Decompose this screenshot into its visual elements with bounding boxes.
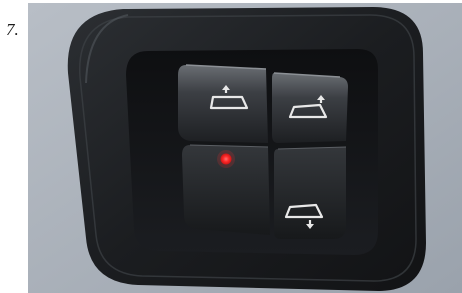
figure-number: 7. [6, 20, 19, 39]
rear-door-up-button[interactable] [178, 64, 268, 143]
indicator-button[interactable] [182, 144, 270, 235]
switch-panel-photo [28, 3, 462, 293]
side-door-down-button[interactable] [274, 146, 347, 239]
photo [28, 3, 462, 293]
figure: 7. [0, 0, 462, 293]
side-door-up-button[interactable] [272, 72, 348, 143]
